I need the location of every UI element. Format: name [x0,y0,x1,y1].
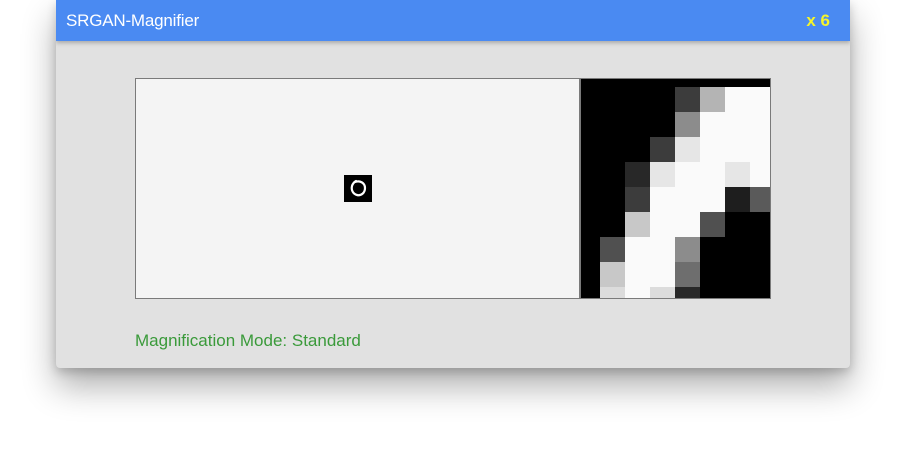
zoom-pixel [750,137,770,162]
drawing-canvas[interactable] [136,79,580,298]
zoom-pixel [581,262,600,287]
zoom-pixel [750,112,770,137]
zoom-pixel [675,112,700,137]
zoom-pixel-grid [581,87,770,298]
zoom-level-indicator: x 6 [806,11,830,30]
zoom-pixel [750,87,770,112]
zoom-pixel [700,162,725,187]
zoom-pixel [625,212,650,237]
zoom-pixel [675,287,700,298]
zoom-pixel [650,187,675,212]
zoom-pixel [725,162,750,187]
zoom-pixel [700,187,725,212]
zoom-pixel [700,212,725,237]
zoom-pixel [625,187,650,212]
zoom-pixel [625,287,650,298]
digit-zero-glyph [350,179,367,197]
zoom-pixel [650,112,675,137]
zoom-pixel [750,287,770,298]
zoom-pixel [600,287,625,298]
zoom-pixel [725,287,750,298]
zoom-pixel [650,137,675,162]
zoom-pixel [725,87,750,112]
zoom-pixel [581,87,600,112]
zoom-pixel [750,212,770,237]
zoom-pixel [581,112,600,137]
zoom-pixel [750,162,770,187]
zoom-pixel [600,87,625,112]
zoom-pixel [725,212,750,237]
title-bar[interactable]: SRGAN-Magnifier x 6 [56,0,850,41]
magnifier-window: SRGAN-Magnifier x 6 Magnification Mode: … [56,0,850,368]
zoom-pixel [581,137,600,162]
zoom-pixel [625,262,650,287]
zoom-pixel [750,237,770,262]
zoom-pixel [700,237,725,262]
zoom-pixel [650,162,675,187]
zoom-pixel [750,262,770,287]
zoom-pixel [700,262,725,287]
zoom-pixel [700,112,725,137]
zoom-pixel [675,162,700,187]
zoom-pixel [675,137,700,162]
zoom-pixel [625,237,650,262]
zoom-pixel [581,237,600,262]
zoom-pixel [700,137,725,162]
zoom-pixel [725,237,750,262]
zoom-pixel [600,112,625,137]
zoom-pixel [600,187,625,212]
zoom-pixel [600,137,625,162]
digit-thumbnail [344,175,372,202]
zoom-pixel [675,212,700,237]
zoom-pixel [700,87,725,112]
zoom-pixel [625,87,650,112]
zoom-pixel [675,237,700,262]
zoom-pixel [625,112,650,137]
zoom-pixel [725,112,750,137]
zoom-pixel [581,287,600,298]
zoom-pixel [600,212,625,237]
zoom-pixel [581,212,600,237]
zoom-pixel [600,162,625,187]
zoom-pixel [650,262,675,287]
zoom-pixel [625,137,650,162]
zoom-pixel [675,87,700,112]
zoom-pixel [600,262,625,287]
zoom-pixel [625,162,650,187]
zoom-pixel [600,237,625,262]
zoom-pixel [725,137,750,162]
zoom-pixel [750,187,770,212]
zoom-pixel [725,187,750,212]
zoom-preview-pane [581,79,770,298]
zoom-pixel [650,237,675,262]
magnifier-viewer [135,78,771,299]
zoom-pixel [650,87,675,112]
zoom-pixel [581,187,600,212]
zoom-pixel [650,212,675,237]
zoom-pixel [675,262,700,287]
app-title: SRGAN-Magnifier [66,11,200,30]
magnification-mode-status: Magnification Mode: Standard [135,331,361,350]
zoom-pixel [675,187,700,212]
zoom-pixel [581,162,600,187]
zoom-pixel [700,287,725,298]
zoom-pixel [650,287,675,298]
zoom-pixel [725,262,750,287]
